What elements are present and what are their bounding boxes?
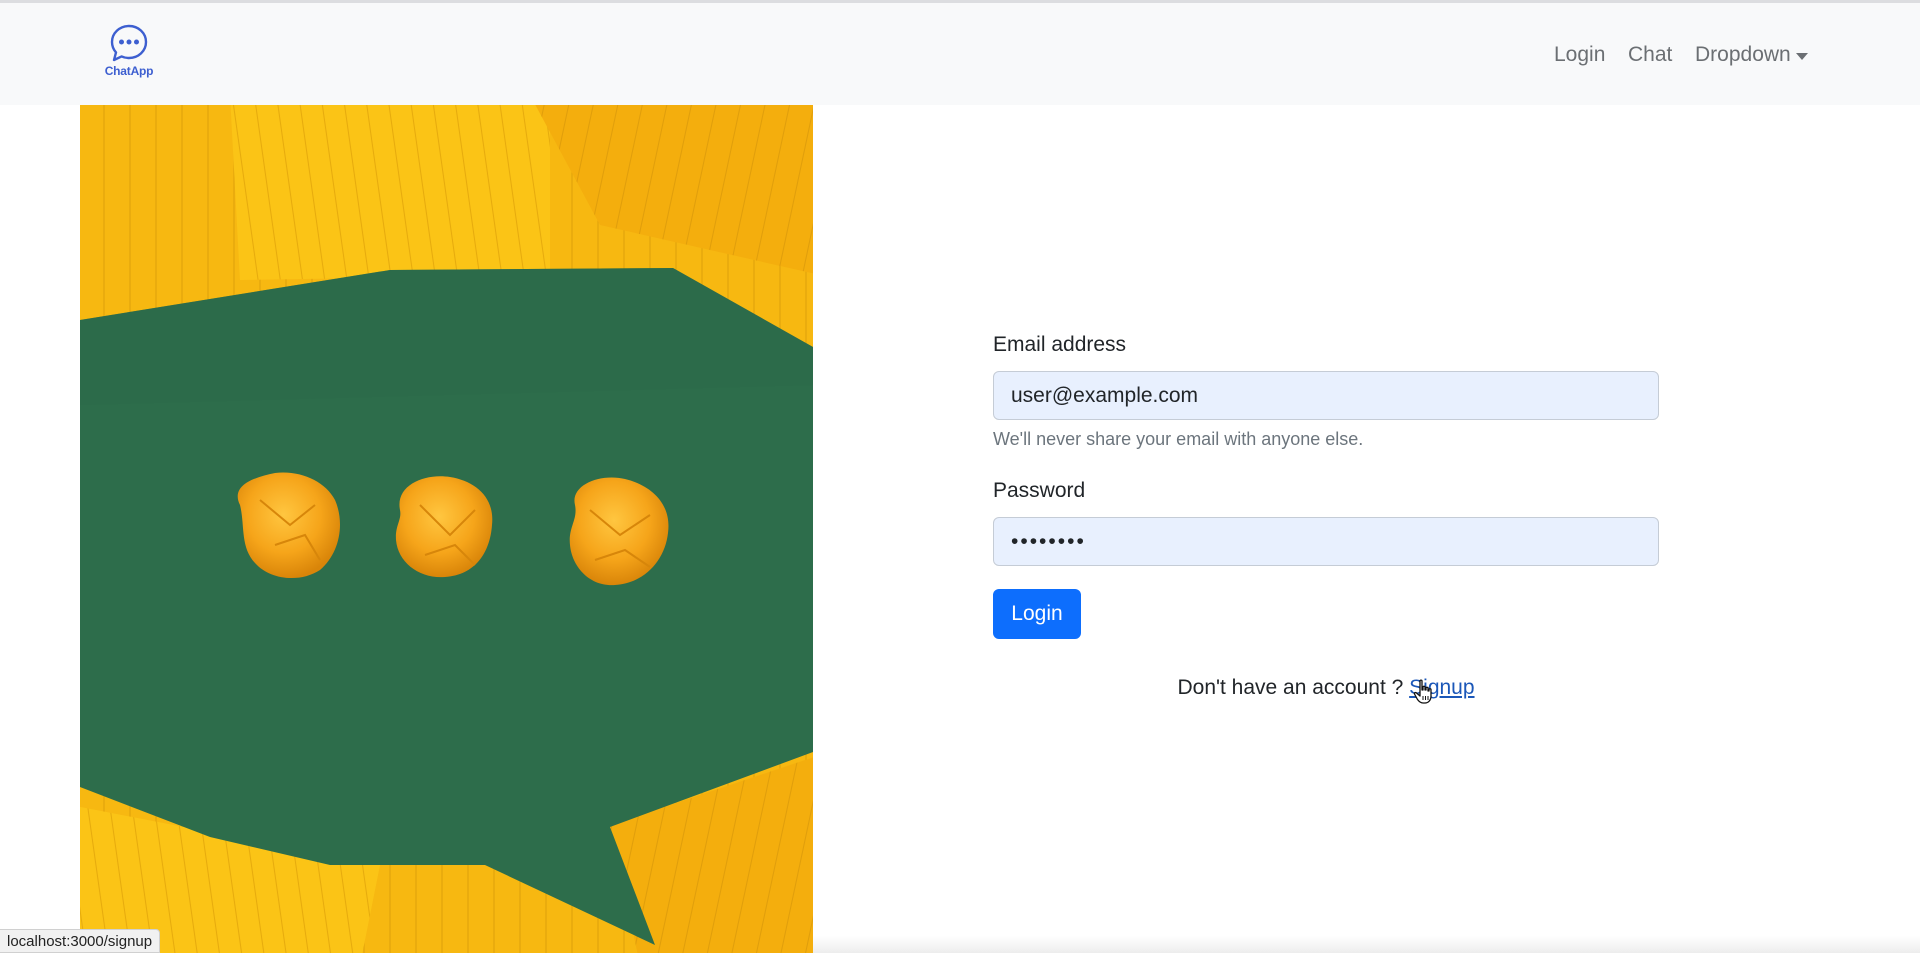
paper-ball-2 (395, 476, 493, 578)
email-field[interactable] (993, 371, 1659, 420)
nav-link-chat[interactable]: Chat (1628, 43, 1672, 67)
signup-prompt: Don't have an account ? Signup (993, 676, 1659, 700)
email-help-text: We'll never share your email with anyone… (993, 429, 1364, 449)
nav-link-login[interactable]: Login (1554, 43, 1605, 67)
email-label: Email address (993, 333, 1127, 356)
navbar: ChatApp Login Chat Dropdown (0, 3, 1920, 105)
login-button[interactable]: Login (993, 589, 1081, 639)
brand-name: ChatApp (104, 64, 154, 78)
no-account-text: Don't have an account ? (1177, 676, 1410, 699)
chat-bubble-dots-icon (110, 24, 148, 62)
brand-logo-link[interactable]: ChatApp (103, 23, 155, 85)
hero-image (80, 105, 813, 953)
hand-pointer-cursor-icon (1413, 679, 1432, 704)
password-field[interactable] (993, 517, 1659, 566)
paper-speech-bubble-image (80, 105, 813, 953)
caret-down-icon (1795, 52, 1808, 60)
nav-dropdown-label: Dropdown (1695, 43, 1791, 66)
browser-status-url: localhost:3000/signup (0, 929, 161, 953)
nav-dropdown-toggle[interactable]: Dropdown (1695, 43, 1808, 67)
password-label: Password (993, 479, 1086, 502)
page-bottom-shadow (813, 936, 1920, 953)
